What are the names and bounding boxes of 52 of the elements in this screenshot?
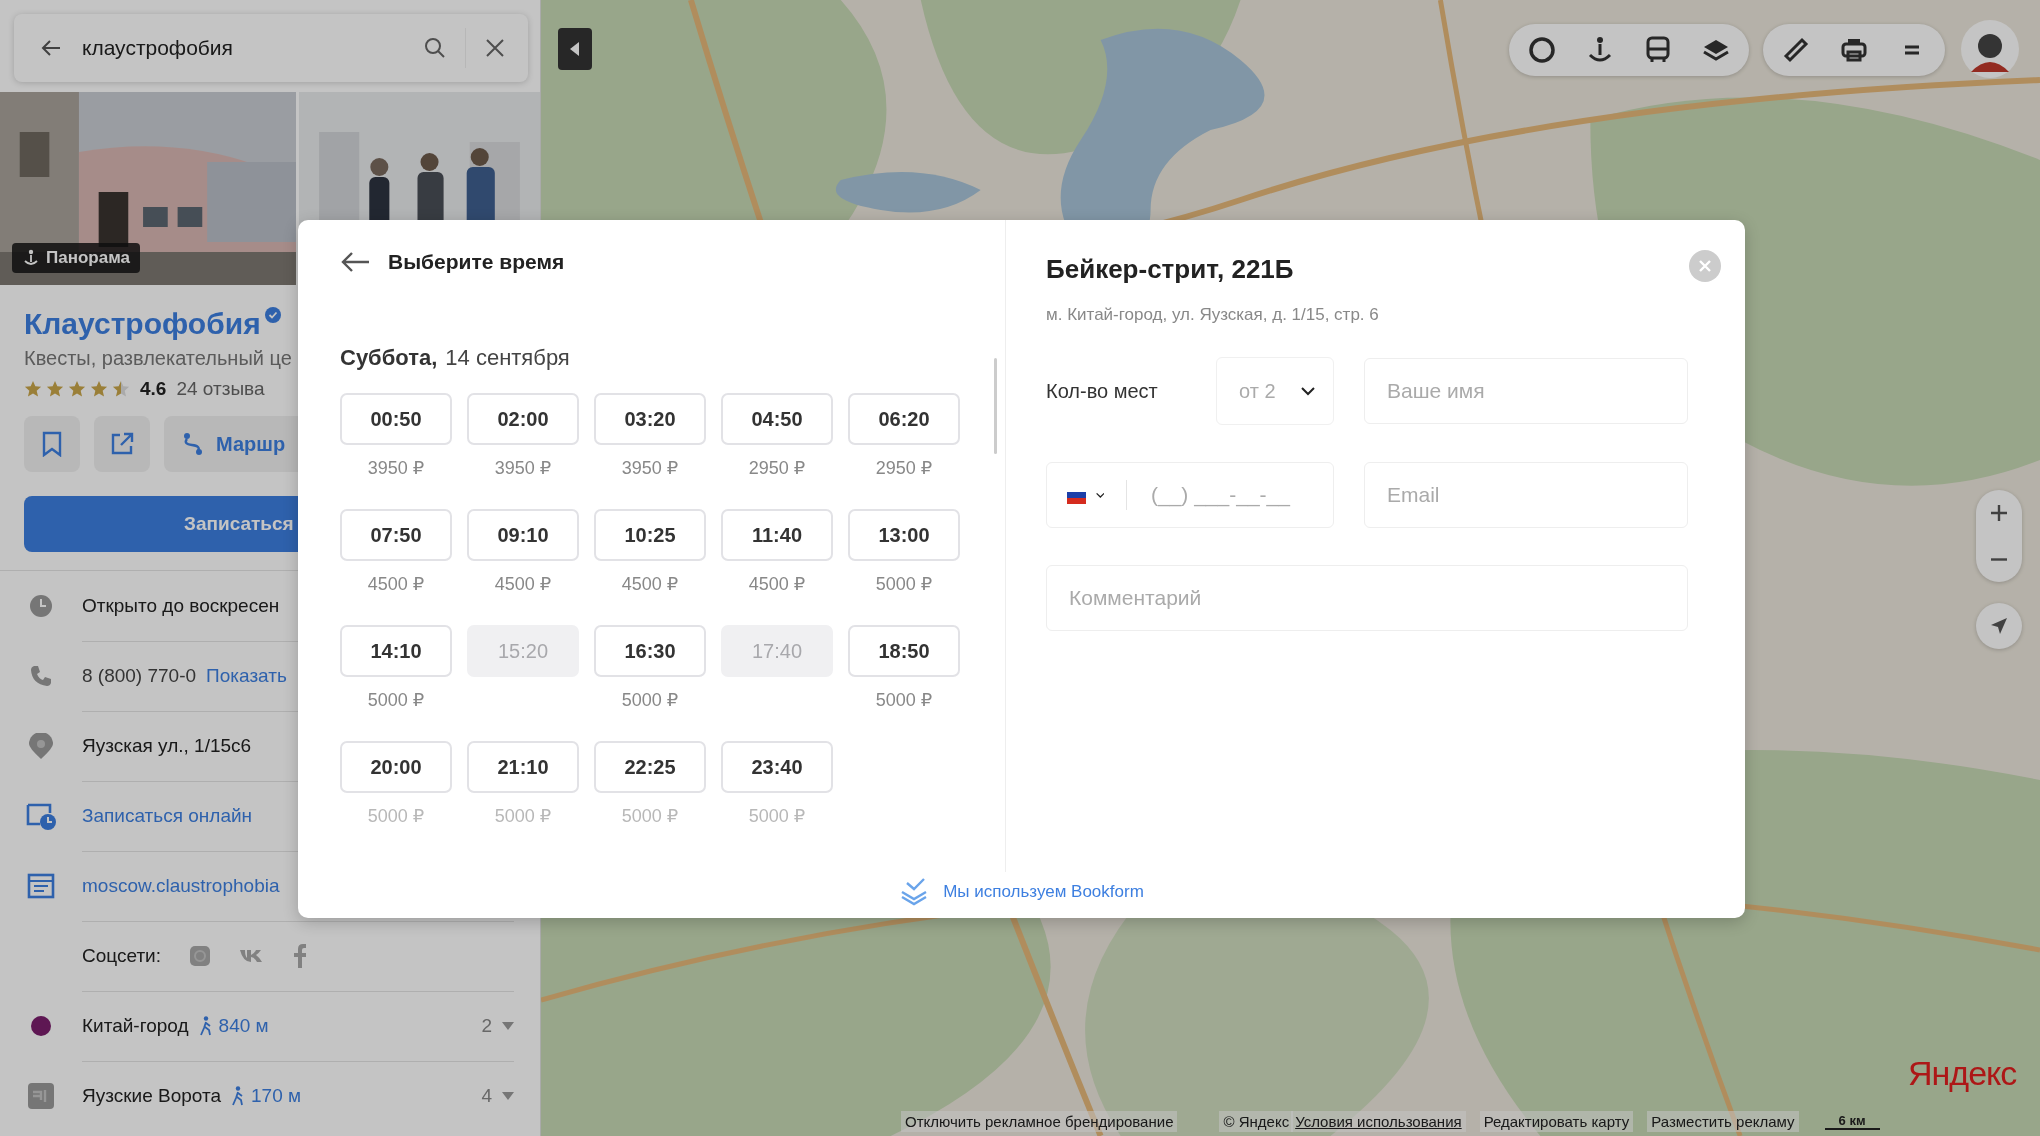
place-name: Клаустрофобия — [24, 307, 261, 341]
walking-person-icon — [198, 1015, 213, 1036]
dialog-title: Выберите время — [388, 250, 565, 274]
time-slot-button[interactable]: 20:00 — [340, 741, 452, 793]
slot-price: 3950 ₽ — [494, 457, 552, 479]
hours-text: Открыто до воскресен — [82, 594, 280, 617]
caret-icon[interactable] — [502, 1092, 514, 1100]
star-icon — [46, 380, 64, 398]
address-text: Яузская ул., 1/15с6 — [82, 734, 252, 757]
walking-distance: 840 м — [218, 1014, 269, 1037]
slot-price: 5000 ₽ — [367, 805, 425, 827]
star-icon — [112, 380, 130, 398]
station-name: Яузские Ворота — [82, 1085, 221, 1107]
slot-price: 4500 ₽ — [367, 573, 425, 595]
category-text: Квесты, развлекательный це — [24, 347, 292, 370]
bookmark-button[interactable] — [24, 416, 80, 472]
phone-icon — [29, 664, 53, 688]
slot-price: 3950 ₽ — [367, 457, 425, 479]
star-icon — [68, 380, 86, 398]
website-link[interactable]: moscow.claustrophobia — [82, 874, 280, 897]
socials-label: Соцсети: — [82, 944, 161, 967]
share-icon — [109, 431, 135, 457]
back-arrow-icon[interactable] — [340, 251, 370, 273]
close-icon[interactable] — [484, 37, 506, 59]
share-button[interactable] — [94, 416, 150, 472]
time-slot-button[interactable]: 14:10 — [340, 625, 452, 677]
reviews-count: 24 отзыва — [176, 378, 265, 400]
caret-icon[interactable] — [502, 1021, 514, 1030]
rating-value: 4.6 — [140, 378, 167, 400]
walking-person-icon — [231, 1086, 245, 1106]
day-label: Суббота, — [340, 345, 438, 371]
star-icon — [90, 380, 108, 398]
walking-distance: 170 м — [251, 1085, 302, 1107]
phone-text: 8 (800) 770-0 — [82, 664, 197, 687]
booking-link[interactable]: Записаться онлайн — [82, 804, 253, 827]
browser-icon — [27, 873, 55, 899]
slot-price: 4500 ₽ — [494, 573, 552, 595]
slot-price: 5000 ₽ — [367, 689, 425, 711]
location-pin-icon — [29, 733, 53, 759]
station-icon — [28, 1083, 54, 1109]
station-name: Китай-город — [82, 1014, 189, 1037]
show-phone-link[interactable]: Показать — [206, 664, 287, 687]
date-label: 14 сентября — [445, 345, 570, 371]
slot-price: 5000 ₽ — [494, 805, 552, 827]
panorama-button[interactable]: Панорама — [12, 243, 140, 273]
time-slot-button[interactable]: 00:50 — [340, 393, 452, 445]
clock-icon — [29, 594, 53, 618]
time-slot-button[interactable]: 07:50 — [340, 509, 452, 561]
star-icon — [24, 380, 42, 398]
bookmark-icon — [41, 431, 63, 457]
search-icon[interactable] — [423, 36, 447, 60]
calendar-clock-icon — [26, 802, 56, 830]
